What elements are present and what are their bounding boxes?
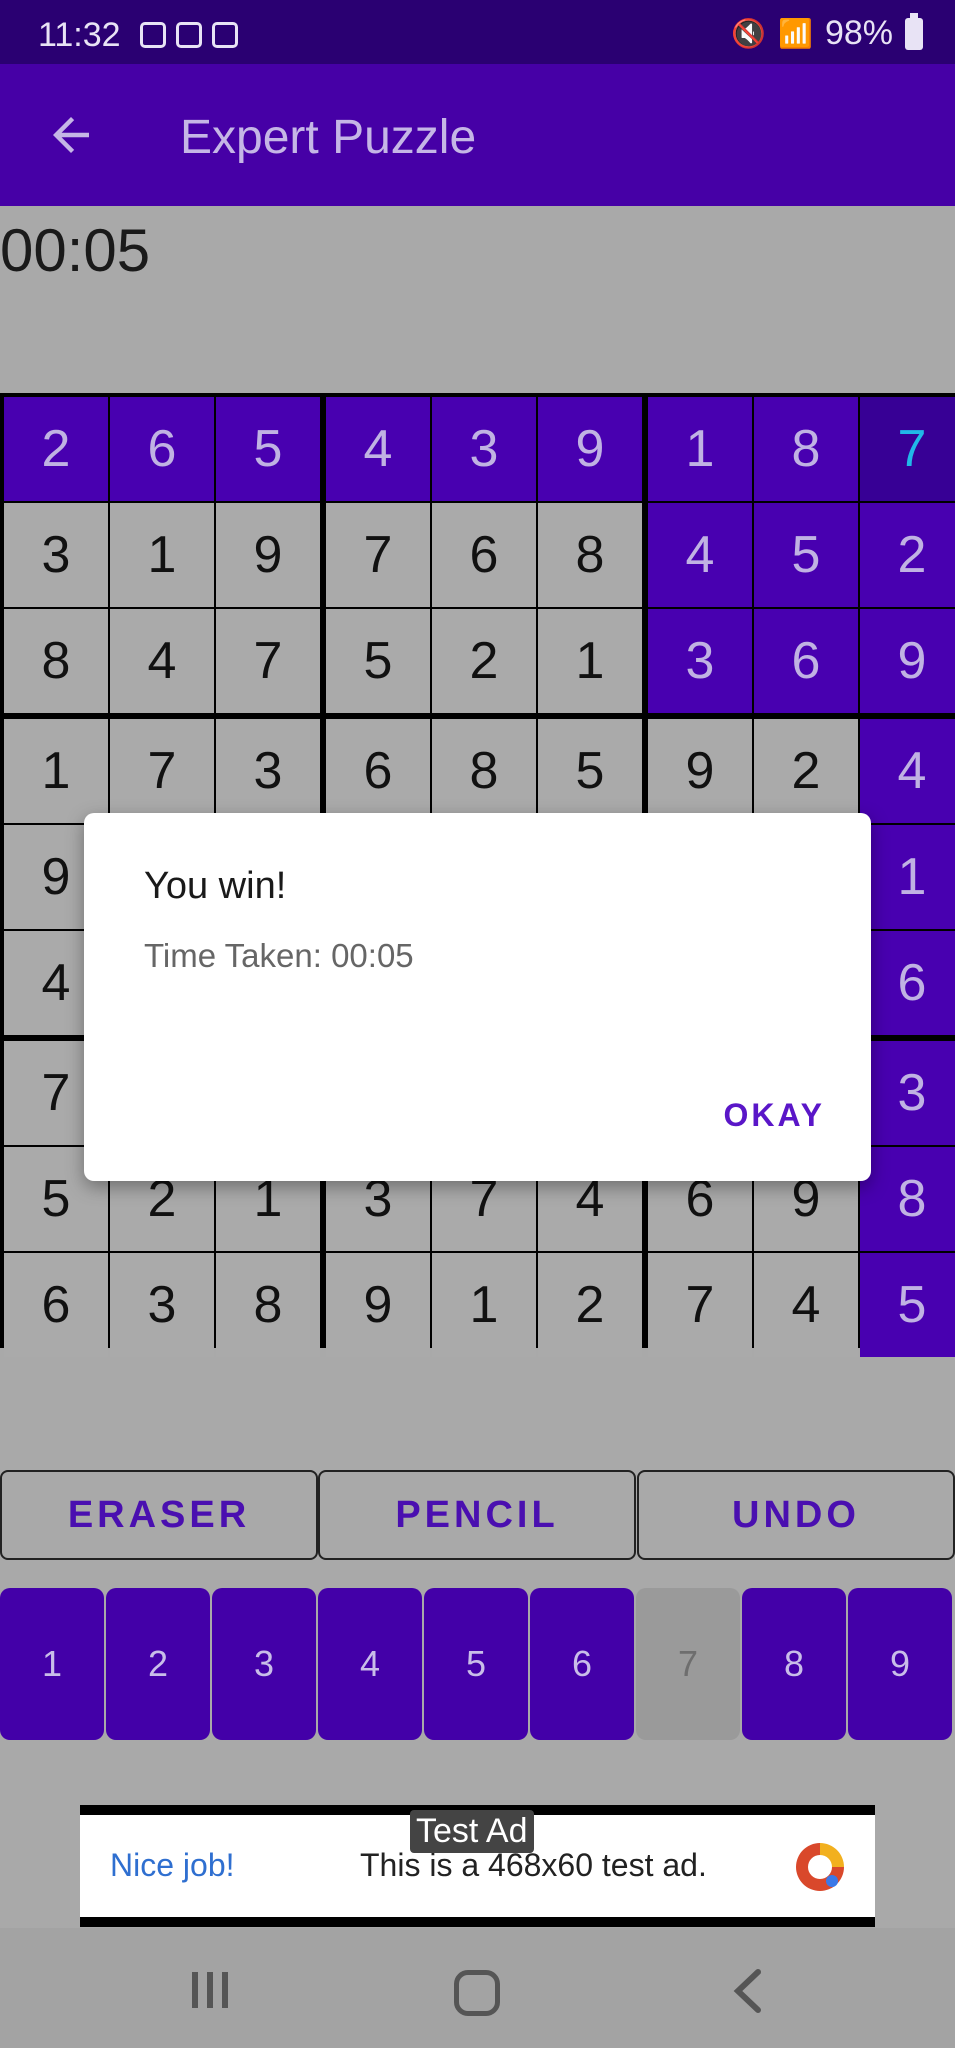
- sudoku-cell[interactable]: 5: [326, 609, 430, 713]
- sudoku-cell[interactable]: 4: [326, 397, 430, 501]
- sudoku-cell[interactable]: 4: [648, 503, 752, 607]
- number-button[interactable]: 4: [318, 1588, 422, 1740]
- sudoku-cell[interactable]: 6: [326, 719, 430, 823]
- sudoku-cell[interactable]: 7: [110, 719, 214, 823]
- sudoku-cell[interactable]: 3: [110, 1253, 214, 1357]
- sudoku-cell[interactable]: 7: [648, 1253, 752, 1357]
- eraser-button[interactable]: ERASER: [0, 1470, 318, 1560]
- sudoku-cell[interactable]: 1: [860, 825, 955, 929]
- recents-icon[interactable]: [188, 1970, 232, 2010]
- system-nav-bar: [0, 1928, 955, 2048]
- sudoku-cell[interactable]: 2: [754, 719, 858, 823]
- sudoku-cell[interactable]: 3: [216, 719, 320, 823]
- sudoku-cell[interactable]: 5: [754, 503, 858, 607]
- sudoku-cell[interactable]: 6: [860, 931, 955, 1035]
- dialog-message: Time Taken: 00:05: [144, 937, 414, 974]
- status-right: 🔇 📶 98%: [731, 12, 923, 53]
- sudoku-cell[interactable]: 3: [432, 397, 536, 501]
- dialog-title: You win!: [144, 865, 287, 907]
- sudoku-cell[interactable]: 5: [216, 397, 320, 501]
- number-button[interactable]: 8: [742, 1588, 846, 1740]
- undo-button[interactable]: UNDO: [637, 1470, 955, 1560]
- sudoku-cell[interactable]: 7: [216, 609, 320, 713]
- sudoku-cell[interactable]: 2: [432, 609, 536, 713]
- sudoku-cell[interactable]: 5: [860, 1253, 955, 1357]
- mute-icon: 🔇: [731, 18, 767, 49]
- image-icon: [176, 22, 202, 48]
- sudoku-cell[interactable]: 1: [4, 719, 108, 823]
- sudoku-cell[interactable]: 8: [754, 397, 858, 501]
- control-row: ERASER PENCIL UNDO: [0, 1470, 955, 1560]
- test-ad-label: Test Ad: [410, 1810, 534, 1853]
- okay-button[interactable]: OKAY: [723, 1097, 825, 1134]
- app-bar: Expert Puzzle: [0, 64, 955, 206]
- sudoku-cell[interactable]: 4: [754, 1253, 858, 1357]
- sudoku-cell[interactable]: 1: [648, 397, 752, 501]
- sudoku-cell[interactable]: 7: [326, 503, 430, 607]
- back-arrow-icon[interactable]: [44, 108, 98, 162]
- status-bar: 11:32 🔇 📶 98%: [0, 0, 955, 64]
- pencil-button[interactable]: PENCIL: [318, 1470, 636, 1560]
- battery-level: 98%: [824, 14, 893, 52]
- alarm-icon: [140, 22, 166, 48]
- sudoku-cell[interactable]: 6: [110, 397, 214, 501]
- sudoku-cell[interactable]: 4: [110, 609, 214, 713]
- game-timer: 00:05: [0, 217, 151, 284]
- sudoku-cell[interactable]: 6: [432, 503, 536, 607]
- sudoku-cell[interactable]: 6: [754, 609, 858, 713]
- sudoku-cell[interactable]: 7: [860, 397, 955, 501]
- sudoku-cell[interactable]: 4: [860, 719, 955, 823]
- sudoku-cell[interactable]: 6: [4, 1253, 108, 1357]
- sudoku-cell[interactable]: 9: [860, 609, 955, 713]
- number-button[interactable]: 6: [530, 1588, 634, 1740]
- wifi-icon: 📶: [778, 18, 813, 49]
- sudoku-cell[interactable]: 9: [216, 503, 320, 607]
- number-pad: 123456789: [0, 1588, 955, 1740]
- sudoku-cell[interactable]: 1: [432, 1253, 536, 1357]
- nav-back-icon[interactable]: [728, 1968, 768, 2014]
- sudoku-cell[interactable]: 5: [538, 719, 642, 823]
- sudoku-cell[interactable]: 8: [432, 719, 536, 823]
- ad-logo-icon: [796, 1843, 844, 1891]
- number-button[interactable]: 1: [0, 1588, 104, 1740]
- page-title: Expert Puzzle: [180, 111, 477, 164]
- sudoku-cell[interactable]: 2: [860, 503, 955, 607]
- number-button[interactable]: 3: [212, 1588, 316, 1740]
- sudoku-cell[interactable]: 3: [4, 503, 108, 607]
- sudoku-cell[interactable]: 9: [326, 1253, 430, 1357]
- sudoku-cell[interactable]: 1: [538, 609, 642, 713]
- home-icon[interactable]: [454, 1970, 500, 2016]
- sudoku-cell[interactable]: 2: [4, 397, 108, 501]
- win-dialog: You win! Time Taken: 00:05 OKAY: [84, 813, 871, 1181]
- number-button[interactable]: 2: [106, 1588, 210, 1740]
- sudoku-cell[interactable]: 8: [538, 503, 642, 607]
- sudoku-cell[interactable]: 2: [538, 1253, 642, 1357]
- sudoku-cell[interactable]: 3: [648, 609, 752, 713]
- number-button[interactable]: 5: [424, 1588, 528, 1740]
- sudoku-cell[interactable]: 9: [538, 397, 642, 501]
- sudoku-cell[interactable]: 9: [648, 719, 752, 823]
- sudoku-cell[interactable]: 8: [216, 1253, 320, 1357]
- sudoku-cell[interactable]: 8: [4, 609, 108, 713]
- battery-icon: [905, 12, 923, 50]
- sudoku-cell[interactable]: 1: [110, 503, 214, 607]
- sudoku-cell[interactable]: 3: [860, 1041, 955, 1145]
- device-icon: [212, 22, 238, 48]
- number-button[interactable]: 9: [848, 1588, 952, 1740]
- notification-icons: [140, 22, 238, 48]
- sudoku-cell[interactable]: 8: [860, 1147, 955, 1251]
- number-button[interactable]: 7: [636, 1588, 740, 1740]
- status-time: 11:32: [38, 16, 121, 54]
- ad-headline: Nice job!: [110, 1847, 235, 1883]
